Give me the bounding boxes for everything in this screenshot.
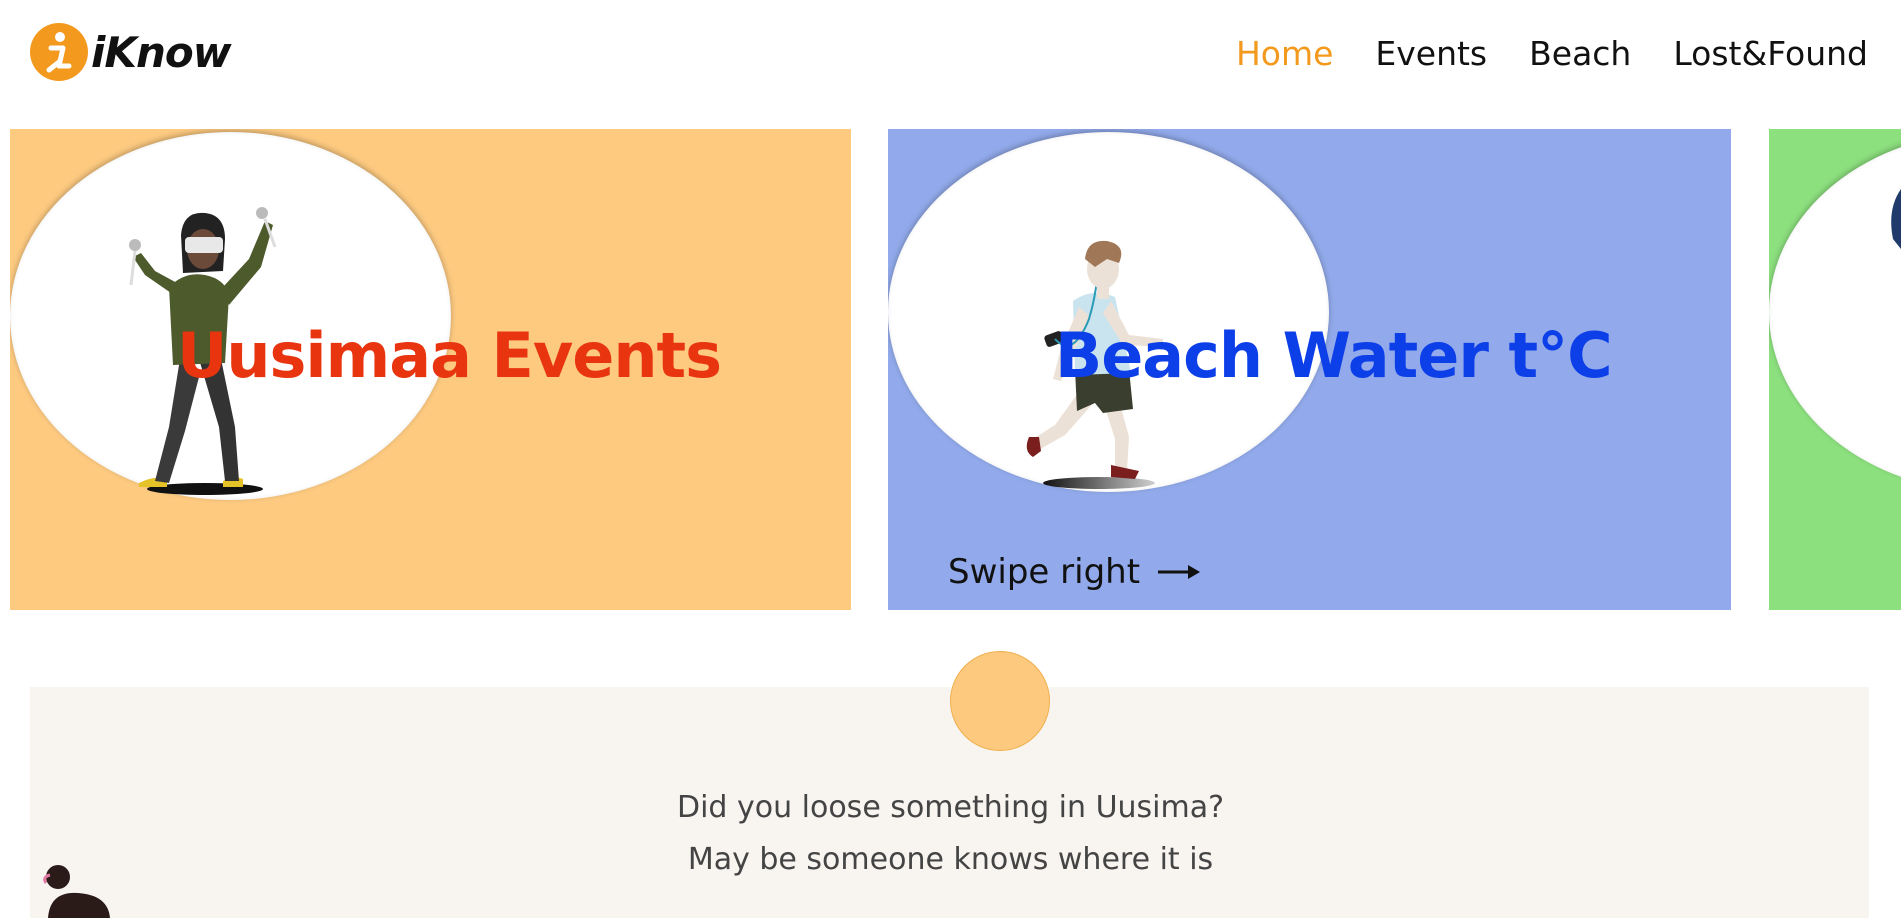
beach-card-title: Beach Water t°C bbox=[1055, 319, 1613, 392]
events-card[interactable]: Uusimaa Events bbox=[10, 129, 851, 610]
swipe-right-label: Swipe right bbox=[948, 552, 1141, 592]
arrow-right-icon bbox=[1158, 565, 1201, 579]
main-nav: Home Events Beach Lost&Found bbox=[1236, 34, 1868, 73]
logo[interactable]: iKnow bbox=[29, 20, 231, 84]
site-header: iKnow Home Events Beach Lost&Found bbox=[0, 0, 1901, 120]
nav-home[interactable]: Home bbox=[1236, 34, 1333, 73]
beach-card[interactable]: Beach Water t°C Swipe right bbox=[888, 129, 1731, 610]
person-bun-icon bbox=[43, 865, 110, 918]
info-person-icon bbox=[30, 23, 88, 81]
lost-found-card-ellipse bbox=[1769, 132, 1901, 492]
events-card-title: Uusimaa Events bbox=[177, 319, 722, 392]
logo-text: iKnow bbox=[91, 27, 231, 77]
partial-person-icon bbox=[1891, 189, 1901, 249]
lost-found-card[interactable] bbox=[1769, 129, 1901, 610]
nav-events[interactable]: Events bbox=[1375, 34, 1487, 73]
nav-beach[interactable]: Beach bbox=[1529, 34, 1631, 73]
lost-found-circle bbox=[950, 651, 1050, 751]
swipe-right-button[interactable]: Swipe right bbox=[948, 552, 1202, 592]
nav-lost-found[interactable]: Lost&Found bbox=[1673, 34, 1868, 73]
lost-found-line-1: Did you loose something in Uusima? bbox=[676, 790, 1225, 825]
lost-found-line-2: May be someone knows where it is bbox=[687, 842, 1214, 877]
